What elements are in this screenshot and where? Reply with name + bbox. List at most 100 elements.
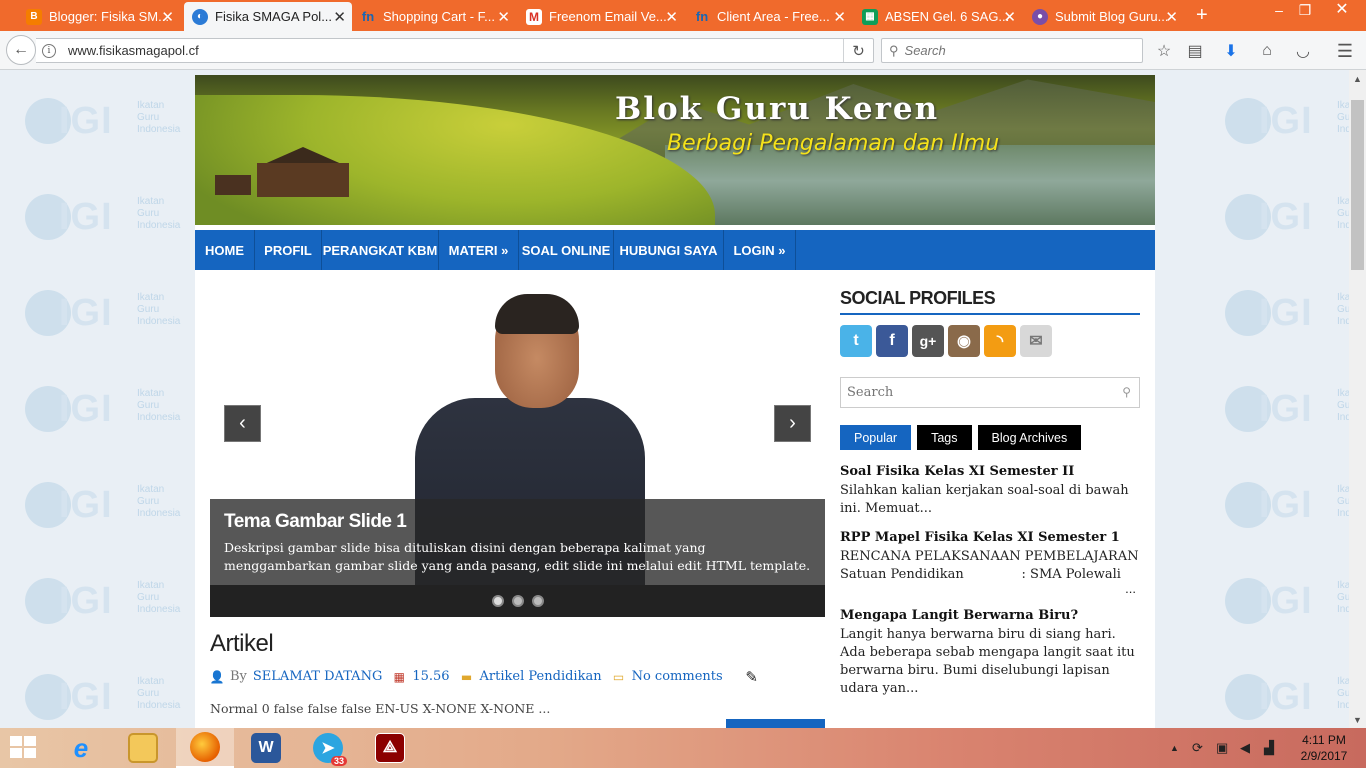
read-more-button[interactable] [726,719,825,728]
browser-search-box[interactable]: ⚲ [881,38,1143,63]
slider-dot[interactable] [531,595,544,607]
twitter-icon[interactable]: t [840,325,872,357]
taskbar-acrobat[interactable]: ⟁ [361,728,419,768]
article-title[interactable]: Artikel [210,630,274,658]
vertical-scrollbar[interactable]: ▲ ▼ [1349,70,1366,728]
device-icon[interactable]: ▣ [1216,740,1228,756]
menu-item-home[interactable]: HOME [195,230,255,270]
popular-post-excerpt: RENCANA PELAKSANAAN PEMBELAJARAN Satuan … [840,549,1143,582]
close-tab-icon[interactable]: ✕ [161,8,174,26]
category-link[interactable]: Artikel Pendidikan [480,669,602,684]
author-link[interactable]: SELAMAT DATANG [253,669,382,684]
taskbar-internet-explorer[interactable]: e [52,728,110,768]
freenom-icon: fn [695,9,709,24]
folder-icon [128,733,158,763]
featured-slider[interactable]: ‹ › Tema Gambar Slide 1 Deskripsi gambar… [210,288,825,617]
email-icon[interactable]: ✉ [1020,325,1052,357]
menu-icon[interactable]: ☰ [1334,40,1356,62]
menu-item-perangkat-kbm[interactable]: PERANGKAT KBM [322,230,439,270]
taskbar-word[interactable]: W [237,728,295,768]
menu-item-hubungi-saya[interactable]: HUBUNGI SAYA [614,230,724,270]
close-tab-icon[interactable]: ✕ [1165,8,1178,26]
back-button[interactable]: ← [6,35,36,65]
download-icon[interactable]: ⬇ [1220,40,1242,62]
menu-item-materi[interactable]: MATERI » [439,230,519,270]
close-tab-icon[interactable]: ✕ [665,8,678,26]
taskbar-telegram[interactable]: ➤ 33 [299,728,357,768]
reload-icon[interactable]: ↻ [843,39,873,62]
network-signal-icon[interactable]: ▟ [1264,740,1274,756]
show-hidden-icons[interactable]: ▲ [1170,743,1179,753]
popular-post-title[interactable]: Soal Fisika Kelas XI Semester II [840,464,1140,479]
arrow-left-icon: ← [13,41,29,58]
sidebar-search-box[interactable]: ⚲ [840,377,1140,408]
tab-popular[interactable]: Popular [840,425,912,450]
close-tab-icon[interactable]: ✕ [497,8,510,26]
browser-tab-freenom-email[interactable]: M Freenom Email Ve... ✕ [518,2,684,31]
igi-watermark: IGIIkatan Guru Indonesia [1225,382,1349,442]
popular-post-title[interactable]: RPP Mapel Fisika Kelas XI Semester 1 [840,530,1140,545]
menu-item-profil[interactable]: PROFIL [255,230,322,270]
blog-header-banner[interactable]: Blok Guru Keren Berbagi Pengalaman dan I… [195,75,1155,225]
post-time-link[interactable]: 15.56 [412,669,449,684]
scrollbar-thumb[interactable] [1351,100,1364,270]
sidebar-search-input[interactable] [847,385,1107,400]
comment-icon: ▭ [612,669,625,684]
restore-icon[interactable]: ❐ [1288,0,1322,22]
home-icon[interactable]: ⌂ [1256,40,1278,62]
menu-item-login[interactable]: LOGIN » [724,230,796,270]
new-tab-icon[interactable]: + [1196,5,1208,25]
scroll-up-icon[interactable]: ▲ [1349,70,1366,87]
comments-link[interactable]: No comments [632,669,723,684]
slide-title[interactable]: Tema Gambar Slide 1 [224,511,811,533]
close-tab-icon[interactable]: ✕ [333,8,346,26]
google-plus-icon[interactable]: g+ [912,325,944,357]
tab-blog-archives[interactable]: Blog Archives [977,425,1082,450]
menu-item-soal-online[interactable]: SOAL ONLINE [519,230,614,270]
igi-watermark: IGIIkatan Guru Indonesia [1225,574,1349,634]
reading-list-icon[interactable]: ▤ [1184,40,1206,62]
search-icon: ⚲ [889,42,899,58]
sync-icon[interactable]: ⟳ [1192,740,1203,756]
browser-tab-shopping-cart[interactable]: fn Shopping Cart - F... ✕ [352,2,516,31]
taskbar-clock[interactable]: 4:11 PM 2/9/2017 [1293,732,1355,764]
url-text[interactable]: www.fisikasmagapol.cf [68,43,199,58]
browser-nav-bar: ← i www.fisikasmagapol.cf ↻ ⚲ ☆ ▤ ⬇ ⌂ ◡ … [0,31,1366,70]
igi-watermark: IGIIkatan Guru Indonesia [1225,286,1349,346]
search-icon[interactable]: ⚲ [1122,385,1131,399]
taskbar-firefox[interactable] [176,728,234,768]
browser-search-input[interactable] [904,43,1125,58]
slider-dot[interactable] [491,595,504,607]
close-tab-icon[interactable]: ✕ [833,8,846,26]
browser-tab-blogger[interactable]: B Blogger: Fisika SM... ✕ [18,2,180,31]
browser-tab-client-area[interactable]: fn Client Area - Free... ✕ [686,2,852,31]
url-bar[interactable]: i www.fisikasmagapol.cf ↻ [36,38,874,63]
bookmark-star-icon[interactable]: ☆ [1153,40,1175,62]
pocket-icon[interactable]: ◡ [1292,40,1314,62]
facebook-icon[interactable]: f [876,325,908,357]
taskbar-file-explorer[interactable] [114,728,172,768]
close-window-icon[interactable]: ✕ [1318,0,1366,22]
blog-title[interactable]: Blok Guru Keren [615,91,939,127]
telegram-badge: 33 [330,756,347,766]
windows-start-icon[interactable] [10,736,38,760]
info-icon[interactable]: i [42,43,56,58]
scroll-down-icon[interactable]: ▼ [1349,711,1366,728]
browser-tab-fisika-smaga[interactable]: ◐ Fisika SMAGA Pol... ✕ [184,2,352,31]
edit-pencil-icon[interactable]: ✎ [745,668,759,686]
browser-tab-submit-blog[interactable]: ● Submit Blog Guru... ✕ [1024,2,1184,31]
blogger-icon: B [26,8,42,25]
igi-watermark: IGIIkatan Guru Indonesia [25,94,185,154]
rss-icon[interactable]: ◝ [984,325,1016,357]
instagram-icon[interactable]: ◉ [948,325,980,357]
slider-next-button[interactable]: › [774,405,811,442]
tab-tags[interactable]: Tags [917,425,972,450]
slider-dot[interactable] [511,595,524,607]
volume-icon[interactable]: ◀ [1240,740,1250,756]
tab-label: ABSEN Gel. 6 SAG... [885,9,1010,24]
close-tab-icon[interactable]: ✕ [1003,8,1016,26]
slider-prev-button[interactable]: ‹ [224,405,261,442]
sheets-icon: ▦ [862,8,878,25]
popular-post-title[interactable]: Mengapa Langit Berwarna Biru? [840,608,1140,623]
browser-tab-absen[interactable]: ▦ ABSEN Gel. 6 SAG... ✕ [854,2,1022,31]
